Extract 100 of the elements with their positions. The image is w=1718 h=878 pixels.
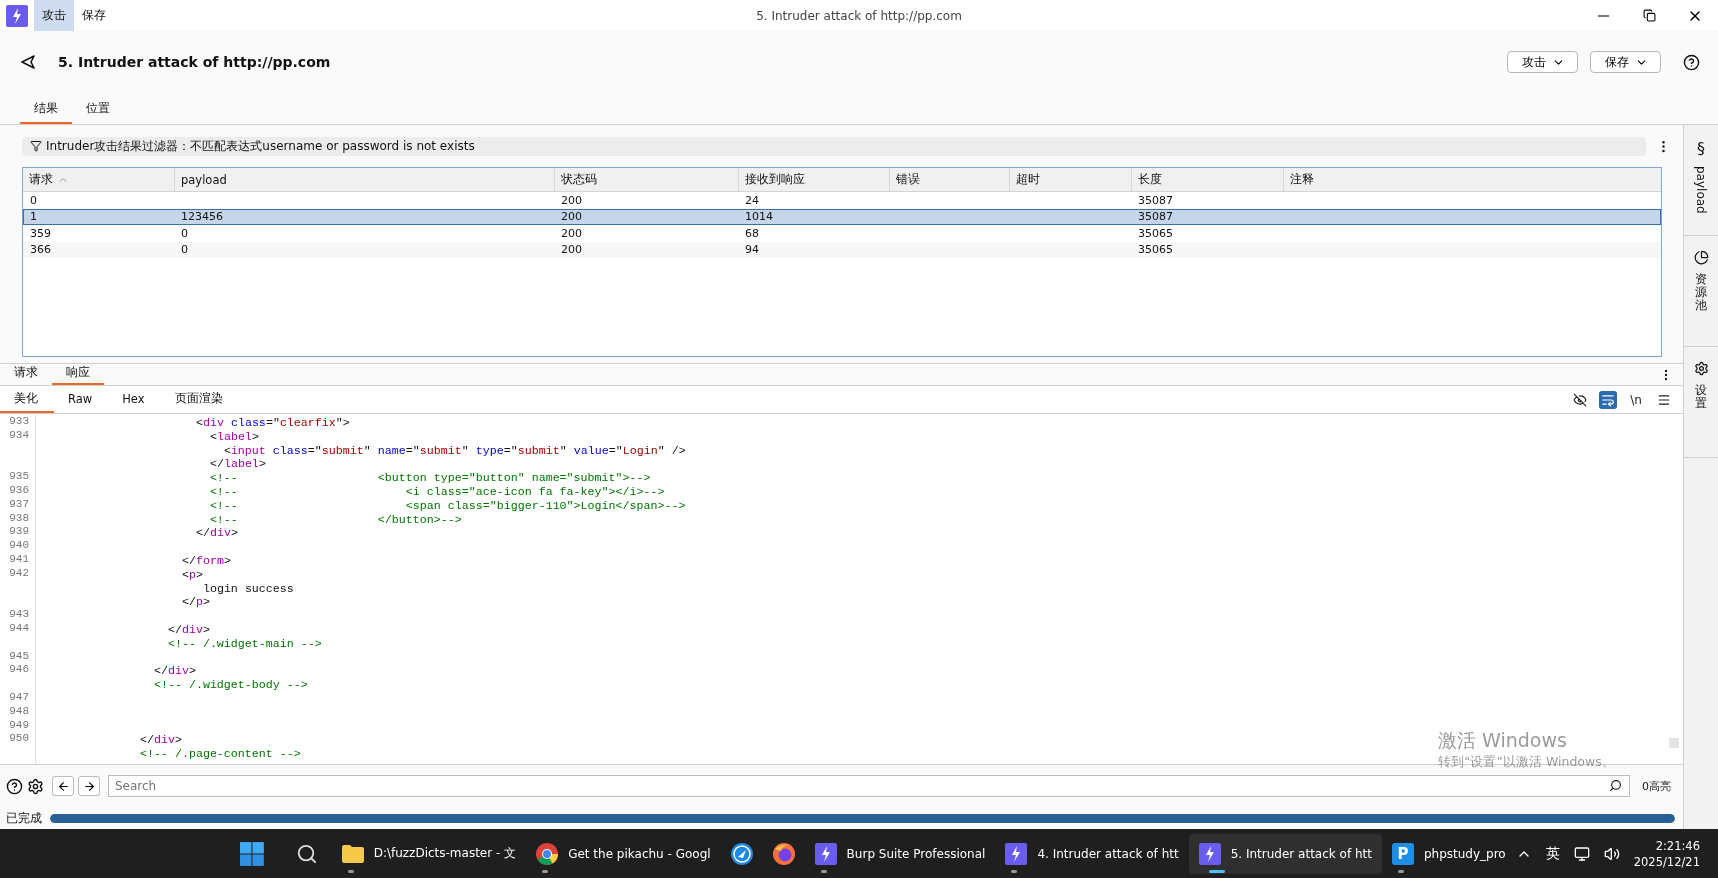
tab[interactable]: Hex <box>108 392 161 413</box>
wrap-text-button[interactable] <box>1599 390 1617 409</box>
code-line: <!-- /.widget-body --> <box>152 678 308 693</box>
settings-icon[interactable] <box>27 777 44 795</box>
column-header[interactable]: 接收到响应 <box>738 168 889 191</box>
line-number: 942 <box>8 566 30 581</box>
app-logo-icon <box>6 4 28 27</box>
column-header[interactable]: 注释 <box>1283 168 1661 191</box>
side-panel-button[interactable]: § payload <box>1684 125 1718 236</box>
line-number: 941 <box>8 552 30 567</box>
taskbar-app[interactable]: Get the pikachu - Googl <box>526 833 721 874</box>
search-icon[interactable] <box>1609 779 1622 792</box>
menu-item[interactable]: 保存 <box>74 0 114 31</box>
network-icon[interactable] <box>1573 845 1590 862</box>
table-cell-text: 35065 <box>1137 242 1174 257</box>
side-panel-button[interactable]: 资源池 <box>1684 236 1718 347</box>
table-cell-text: 35087 <box>1137 209 1174 224</box>
settings-icon <box>1693 361 1709 376</box>
search-icon[interactable] <box>295 842 318 865</box>
line-number: 949 <box>8 718 30 733</box>
column-header[interactable]: 状态码 <box>554 168 738 191</box>
tab[interactable]: 页面渲染 <box>160 391 239 413</box>
line-number: 933 <box>8 415 30 429</box>
activation-text: 转到“设置”以激活 Windows。 <box>1438 754 1615 771</box>
lightning-logo-icon <box>1198 842 1221 865</box>
filter-icon <box>30 140 42 152</box>
code-line: </div> <box>194 526 238 541</box>
table-cell-text: 200 <box>560 226 583 241</box>
table-cell-text: 35087 <box>1137 193 1174 208</box>
table-cell-text: 123456 <box>180 209 224 224</box>
firefox-icon <box>772 842 795 865</box>
tab[interactable]: 位置 <box>72 100 124 124</box>
pie-chart-icon <box>1693 250 1709 265</box>
status-text: 已完成 <box>6 809 42 827</box>
scrollbar-thumb <box>1669 738 1679 748</box>
taskbar-app[interactable]: P phpstudy_pro <box>1381 833 1516 874</box>
column-header[interactable]: 超时 <box>1009 168 1131 191</box>
line-number: 948 <box>8 704 30 719</box>
arrow-left-icon <box>56 779 70 793</box>
column-header[interactable]: 错误 <box>889 168 1009 191</box>
table-cell-text: 200 <box>560 209 583 224</box>
code-line: login success <box>201 581 294 596</box>
back-button[interactable] <box>52 776 74 796</box>
taskbar-app[interactable]: 5. Intruder attack of htt <box>1188 833 1382 874</box>
taskbar-app[interactable]: Burp Suite Professional <box>804 833 996 874</box>
column-header[interactable]: 长度 <box>1131 168 1283 191</box>
code-line: </div> <box>152 664 196 679</box>
input-method[interactable]: 英 <box>1545 844 1560 863</box>
help-icon[interactable] <box>1683 53 1700 71</box>
tab[interactable]: Raw <box>54 392 109 413</box>
volume-icon[interactable] <box>1603 845 1620 862</box>
activation-title: 激活 Windows <box>1438 728 1568 753</box>
search-field[interactable]: Search <box>108 775 1630 797</box>
code-line: <!-- <span class="bigger-110">Login</span>--> <box>208 498 686 513</box>
line-number: 939 <box>8 525 30 540</box>
line-number: 950 <box>8 732 30 747</box>
code-line: </label> <box>208 457 266 472</box>
line-number: 944 <box>8 621 30 636</box>
window-title: 5. Intruder attack of http://pp.com <box>756 8 962 23</box>
filter-bar[interactable]: Intruder攻击结果过滤器：不匹配表达式username or password is not exists <box>22 136 1646 156</box>
menu-item[interactable]: 攻击 <box>34 0 74 31</box>
restore-icon <box>1642 9 1656 22</box>
code-line: </form> <box>180 553 231 568</box>
newline-button[interactable]: \n <box>1627 390 1645 409</box>
windows-start-icon[interactable] <box>240 841 264 866</box>
code-line: </div> <box>166 622 210 637</box>
line-number: 934 <box>8 428 30 443</box>
line-number: 946 <box>8 663 30 678</box>
table-cell-text: 68 <box>744 226 760 241</box>
bird-circle-icon <box>730 842 753 865</box>
line-number: 938 <box>8 511 30 526</box>
taskbar-app[interactable]: D:\fuzzDicts-master - 文 <box>331 833 527 874</box>
code-line: <!-- <i class="ace-icon fa fa-key"></i>--> <box>208 485 665 499</box>
table-cell-text: 1014 <box>744 209 774 224</box>
help-icon[interactable] <box>6 777 23 795</box>
dropdown-button[interactable]: 攻击 <box>1507 51 1578 73</box>
table-cell-text: 0 <box>180 242 189 257</box>
tab[interactable]: 请求 <box>0 365 52 385</box>
table-cell-text: 24 <box>744 193 760 208</box>
attack-title: 5. Intruder attack of http://pp.com <box>58 54 331 70</box>
line-number: 936 <box>8 484 30 498</box>
column-header[interactable]: payload <box>174 168 554 191</box>
dropdown-button[interactable]: 保存 <box>1590 51 1661 73</box>
table-cell-text: 359 <box>29 226 52 241</box>
arrowhead-icon[interactable] <box>20 54 36 70</box>
code-line: <!-- /.page-content --> <box>138 747 301 762</box>
chrome-icon <box>536 842 559 865</box>
taskbar-app[interactable]: 4. Intruder attack of htt <box>995 833 1189 874</box>
table-cell-text: 0 <box>29 193 38 208</box>
tab[interactable]: 结果 <box>20 100 72 124</box>
clock[interactable]: 2:21:46 2025/12/21 <box>1633 837 1700 870</box>
side-panel-button[interactable]: 设置 <box>1684 347 1718 458</box>
forward-button[interactable] <box>78 776 100 796</box>
column-header[interactable]: 请求 <box>23 168 174 191</box>
code-line: <div class="clearfix"> <box>194 416 350 430</box>
code-line: <input class="submit" name="submit" type="submit" value="Login" /> <box>222 443 686 458</box>
filter-text: Intruder攻击结果过滤器：不匹配表达式username or password is not exists <box>46 137 475 155</box>
line-number: 940 <box>8 539 30 553</box>
table-cell-text: 200 <box>560 193 583 208</box>
table-cell-text: 35065 <box>1137 226 1174 241</box>
